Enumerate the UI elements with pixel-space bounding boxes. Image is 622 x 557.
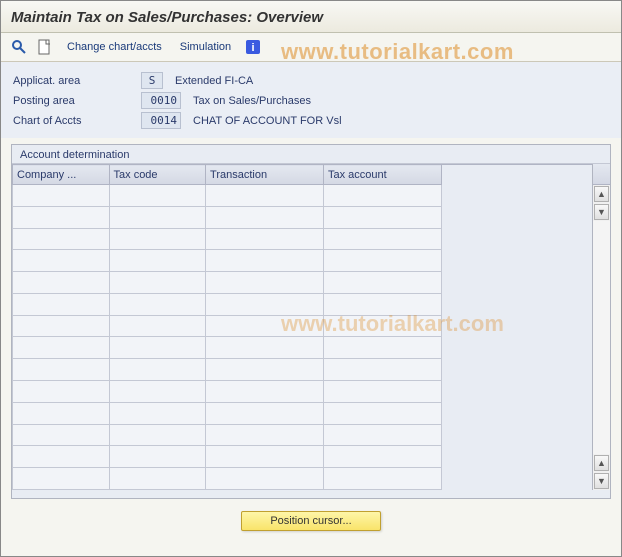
scroll-down-icon[interactable]: ▼ xyxy=(594,204,609,220)
title-bar: Maintain Tax on Sales/Purchases: Overvie… xyxy=(1,1,621,33)
col-transaction[interactable]: Transaction xyxy=(206,165,324,185)
footer: Position cursor... xyxy=(1,503,621,537)
scroll-up2-icon[interactable]: ▲ xyxy=(594,455,609,471)
page-title: Maintain Tax on Sales/Purchases: Overvie… xyxy=(11,9,611,26)
row-posting-area: Posting area 0010 Tax on Sales/Purchases xyxy=(13,92,609,109)
panel-title: Account determination xyxy=(12,145,610,164)
vertical-scrollbar[interactable]: ▲ ▼ ▲ ▼ xyxy=(592,164,610,490)
col-company[interactable]: Company ... xyxy=(13,165,110,185)
scroll-corner xyxy=(593,164,610,185)
account-determination-panel: Account determination Company ... Tax co… xyxy=(11,144,611,499)
desc-chart-of-accts: CHAT OF ACCOUNT FOR Vsl xyxy=(189,115,342,127)
toolbar: Change chart/accts Simulation i xyxy=(1,33,621,62)
desc-posting-area: Tax on Sales/Purchases xyxy=(189,95,311,107)
label-posting-area: Posting area xyxy=(13,95,133,107)
table-row[interactable] xyxy=(13,381,442,403)
simulation-link[interactable]: Simulation xyxy=(174,39,237,55)
table-row[interactable] xyxy=(13,250,442,272)
table-header-row: Company ... Tax code Transaction Tax acc… xyxy=(13,165,442,185)
table-row[interactable] xyxy=(13,359,442,381)
value-chart-of-accts: 0014 xyxy=(141,112,181,129)
svg-text:i: i xyxy=(252,42,255,54)
col-tax-account[interactable]: Tax account xyxy=(324,165,442,185)
col-tax-code[interactable]: Tax code xyxy=(109,165,206,185)
scroll-down2-icon[interactable]: ▼ xyxy=(594,473,609,489)
form-area: Applicat. area S Extended FI-CA Posting … xyxy=(1,62,621,138)
table-row[interactable] xyxy=(13,468,442,490)
position-cursor-button[interactable]: Position cursor... xyxy=(241,511,380,531)
table-row[interactable] xyxy=(13,293,442,315)
table-row[interactable] xyxy=(13,424,442,446)
table-gap xyxy=(442,164,592,490)
change-chart-link[interactable]: Change chart/accts xyxy=(61,39,168,55)
info-icon[interactable]: i xyxy=(243,37,263,57)
value-applicat-area: S xyxy=(141,72,163,89)
search-icon[interactable] xyxy=(9,37,29,57)
table-body xyxy=(13,185,442,490)
table-row[interactable] xyxy=(13,228,442,250)
scroll-track[interactable] xyxy=(593,221,610,454)
label-applicat-area: Applicat. area xyxy=(13,75,133,87)
scroll-up-icon[interactable]: ▲ xyxy=(594,186,609,202)
table-row[interactable] xyxy=(13,272,442,294)
table-row[interactable] xyxy=(13,315,442,337)
account-table[interactable]: Company ... Tax code Transaction Tax acc… xyxy=(12,164,442,490)
table-row[interactable] xyxy=(13,185,442,207)
row-chart-of-accts: Chart of Accts 0014 CHAT OF ACCOUNT FOR … xyxy=(13,112,609,129)
table-row[interactable] xyxy=(13,446,442,468)
table-row[interactable] xyxy=(13,206,442,228)
table-row[interactable] xyxy=(13,337,442,359)
table-row[interactable] xyxy=(13,402,442,424)
value-posting-area: 0010 xyxy=(141,92,181,109)
new-page-icon[interactable] xyxy=(35,37,55,57)
table-container: Company ... Tax code Transaction Tax acc… xyxy=(12,164,610,490)
label-chart-of-accts: Chart of Accts xyxy=(13,115,133,127)
desc-applicat-area: Extended FI-CA xyxy=(171,75,253,87)
row-applicat-area: Applicat. area S Extended FI-CA xyxy=(13,72,609,89)
